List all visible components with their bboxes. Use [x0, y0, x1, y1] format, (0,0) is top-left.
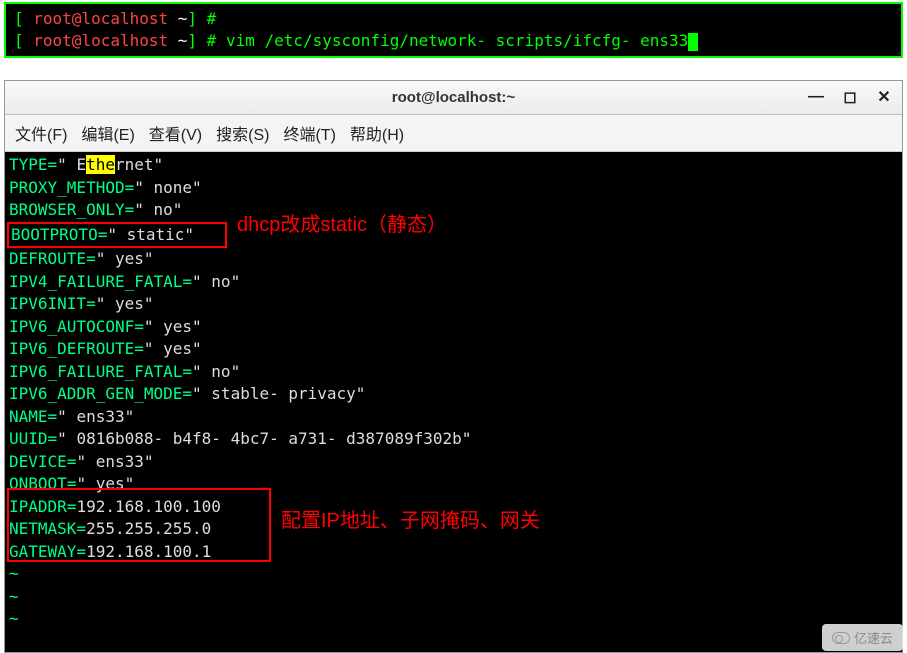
annotation-bootproto: dhcp改成static（静态） — [237, 214, 447, 237]
config-line-type: TYPE=" Ethernet" — [9, 154, 898, 177]
cloud-icon — [832, 632, 850, 644]
close-button[interactable]: ✕ — [872, 85, 896, 109]
prompt-line-1: [ root@localhost ~] # — [14, 8, 893, 30]
annotation-ipconfig: 配置IP地址、子网掩码、网关 — [281, 510, 540, 533]
menu-view[interactable]: 查看(V) — [149, 121, 202, 145]
config-line: DEVICE=" ens33" — [9, 451, 898, 474]
vim-tilde: ~ — [9, 563, 898, 586]
watermark-text: 亿速云 — [854, 628, 893, 647]
search-highlight: the — [86, 155, 115, 174]
vim-tilde: ~ — [9, 586, 898, 609]
config-line: IPV4_FAILURE_FATAL=" no" — [9, 271, 898, 294]
window-title: root@localhost:~ — [392, 89, 515, 106]
vim-editor[interactable]: TYPE=" Ethernet" PROXY_METHOD=" none" BR… — [5, 152, 902, 652]
config-line: IPV6_FAILURE_FATAL=" no" — [9, 361, 898, 384]
menubar: 文件(F) 编辑(E) 查看(V) 搜索(S) 终端(T) 帮助(H) — [5, 115, 902, 152]
vim-tilde: ~ — [9, 608, 898, 631]
menu-help[interactable]: 帮助(H) — [350, 121, 404, 145]
config-line: NAME=" ens33" — [9, 406, 898, 429]
config-line: IPV6_AUTOCONF=" yes" — [9, 316, 898, 339]
highlight-box-bootproto: BOOTPROTO=" static" — [7, 222, 227, 249]
terminal-window: root@localhost:~ — ◻ ✕ 文件(F) 编辑(E) 查看(V)… — [4, 80, 903, 653]
config-line: UUID=" 0816b088- b4f8- 4bc7- a731- d3870… — [9, 428, 898, 451]
maximize-button[interactable]: ◻ — [838, 85, 862, 109]
minimize-button[interactable]: — — [804, 85, 828, 109]
prompt-line-2: [ root@localhost ~] # vim /etc/sysconfig… — [14, 30, 893, 52]
config-line: DEFROUTE=" yes" — [9, 248, 898, 271]
menu-edit[interactable]: 编辑(E) — [81, 121, 134, 145]
config-line: IPV6_DEFROUTE=" yes" — [9, 338, 898, 361]
config-line-bootproto: BOOTPROTO=" static" — [9, 222, 898, 249]
watermark: 亿速云 — [822, 624, 903, 651]
config-line: PROXY_METHOD=" none" — [9, 177, 898, 200]
menu-terminal[interactable]: 终端(T) — [283, 121, 335, 145]
cursor-icon — [688, 33, 698, 51]
config-line: IPV6_ADDR_GEN_MODE=" stable- privacy" — [9, 383, 898, 406]
highlight-box-ipconfig — [7, 488, 271, 562]
menu-file[interactable]: 文件(F) — [15, 121, 67, 145]
window-titlebar[interactable]: root@localhost:~ — ◻ ✕ — [5, 81, 902, 115]
upper-terminal: [ root@localhost ~] # [ root@localhost ~… — [4, 2, 903, 58]
config-line: BROWSER_ONLY=" no" — [9, 199, 898, 222]
menu-search[interactable]: 搜索(S) — [216, 121, 269, 145]
config-line: IPV6INIT=" yes" — [9, 293, 898, 316]
